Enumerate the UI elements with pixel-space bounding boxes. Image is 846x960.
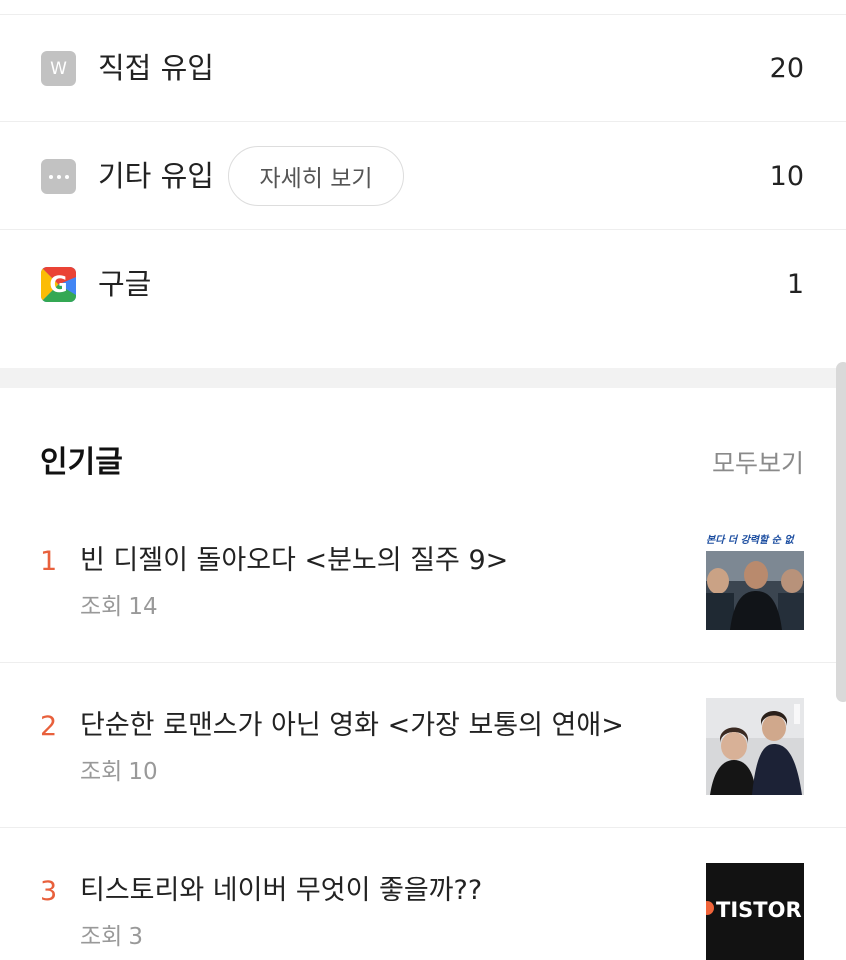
- scrollbar[interactable]: [836, 362, 846, 702]
- views-count: 10: [128, 759, 158, 785]
- thumbnail-fast-and-furious[interactable]: 본다 더 강력할 순 없: [706, 533, 804, 630]
- more-icon: [41, 159, 76, 194]
- referrer-row-other[interactable]: 기타 유입 자세히 보기 10: [0, 123, 846, 230]
- post-title[interactable]: 빈 디젤이 돌아오다 <분노의 질주 9>: [80, 542, 508, 580]
- post-views: 조회 14: [80, 590, 158, 624]
- web-icon: W: [41, 51, 76, 86]
- popular-post-item[interactable]: 2 단순한 로맨스가 아닌 영화 <가장 보통의 연애> 조회 10: [0, 663, 846, 828]
- thumbnail-tistory[interactable]: TISTOR: [706, 863, 804, 960]
- blog-stats-page: W 직접 유입 20 기타 유입 자세히 보기 10 G 구글 1 인기글 모두…: [0, 0, 846, 960]
- referrer-count: 20: [769, 53, 804, 84]
- post-rank: 2: [40, 711, 58, 742]
- section-title: 인기글: [40, 445, 123, 480]
- thumbnail-romance-movie[interactable]: [706, 698, 804, 795]
- views-label: 조회: [80, 924, 123, 950]
- post-title[interactable]: 단순한 로맨스가 아닌 영화 <가장 보통의 연애>: [80, 707, 624, 745]
- popular-post-item[interactable]: 1 빈 디젤이 돌아오다 <분노의 질주 9> 조회 14 본다 더 강력할 순 …: [0, 498, 846, 663]
- referrer-count: 1: [786, 269, 804, 300]
- popular-post-item[interactable]: 3 티스토리와 네이버 무엇이 좋을까?? 조회 3 TISTOR: [0, 828, 846, 960]
- referrer-count: 10: [769, 161, 804, 192]
- thumbnail-caption: TISTOR: [716, 898, 802, 922]
- referrer-row-google[interactable]: G 구글 1: [0, 231, 846, 338]
- post-rank: 3: [40, 876, 58, 907]
- referrer-row-direct[interactable]: W 직접 유입 20: [0, 15, 846, 122]
- views-label: 조회: [80, 594, 123, 620]
- tistory-logo-dot: [706, 901, 714, 915]
- section-divider: [0, 368, 846, 388]
- referrer-label: 직접 유입: [98, 51, 214, 85]
- views-count: 3: [128, 924, 143, 950]
- views-label: 조회: [80, 759, 123, 785]
- referrer-label: 구글: [98, 267, 152, 301]
- post-rank: 1: [40, 546, 58, 577]
- referrer-label: 기타 유입: [98, 159, 214, 193]
- see-all-link[interactable]: 모두보기: [712, 446, 804, 482]
- post-views: 조회 10: [80, 755, 158, 789]
- thumbnail-caption: 본다 더 강력할 순 없: [706, 535, 794, 546]
- views-count: 14: [128, 594, 158, 620]
- detail-button[interactable]: 자세히 보기: [228, 146, 404, 206]
- post-title[interactable]: 티스토리와 네이버 무엇이 좋을까??: [80, 872, 482, 910]
- post-views: 조회 3: [80, 920, 143, 954]
- google-icon: G: [41, 267, 76, 302]
- svg-text:G: G: [49, 273, 67, 298]
